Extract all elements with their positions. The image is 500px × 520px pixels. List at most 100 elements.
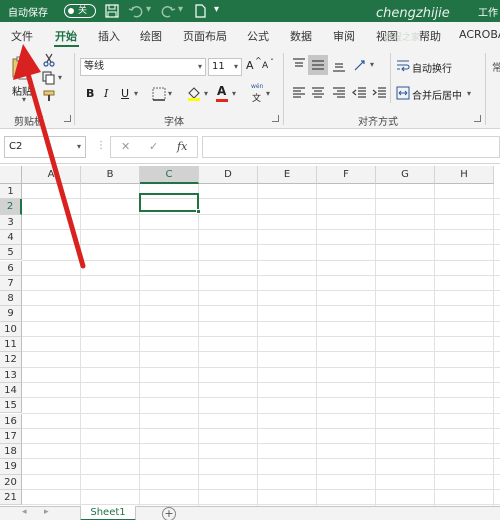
row-header-5[interactable]: 5: [0, 245, 22, 261]
row-header-10[interactable]: 10: [0, 321, 22, 337]
sheet-tab-sheet1[interactable]: Sheet1: [80, 506, 136, 520]
decrease-indent-icon[interactable]: [352, 85, 368, 101]
alignment-launcher-icon[interactable]: [474, 115, 481, 122]
selected-cell[interactable]: [139, 193, 199, 212]
column-header-a[interactable]: A: [22, 166, 81, 184]
fill-color-icon[interactable]: [186, 85, 202, 101]
save-icon[interactable]: [104, 3, 120, 19]
font-color-dropdown-icon[interactable]: ▾: [232, 89, 236, 98]
select-all-button[interactable]: [0, 166, 22, 184]
font-color-icon[interactable]: A: [217, 84, 226, 98]
copy-dropdown-icon[interactable]: ▾: [58, 73, 62, 82]
copy-icon[interactable]: [42, 71, 56, 85]
undo-dropdown-icon[interactable]: ▾: [146, 4, 151, 15]
add-sheet-icon[interactable]: +: [162, 507, 176, 520]
column-header-c[interactable]: C: [140, 166, 199, 184]
row-header-7[interactable]: 7: [0, 275, 22, 292]
formula-input[interactable]: [202, 136, 500, 158]
column-header-h[interactable]: H: [435, 166, 494, 184]
tab-draw[interactable]: 绘图: [140, 28, 162, 44]
tab-file[interactable]: 文件: [11, 28, 33, 44]
row-header-3[interactable]: 3: [0, 214, 22, 230]
align-center-icon[interactable]: [310, 85, 326, 101]
shrink-font-icon[interactable]: A: [262, 61, 268, 71]
next-sheet-icon[interactable]: ▸: [44, 507, 49, 517]
row-header-17[interactable]: 17: [0, 428, 22, 445]
bold-button[interactable]: B: [86, 87, 94, 100]
italic-button[interactable]: I: [104, 87, 108, 100]
grow-font-icon[interactable]: A: [246, 59, 254, 72]
spreadsheet-grid[interactable]: ABCDEFGH 1 2 3 4 5 6 7 8 9 10 11 12 13 14 15 16 17 18 19 20…: [0, 166, 500, 506]
prev-sheet-icon[interactable]: ◂: [22, 507, 27, 517]
wrap-text-button[interactable]: 自动换行: [412, 60, 452, 75]
align-top-icon[interactable]: [291, 57, 307, 73]
font-size-dropdown[interactable]: 11 ▾: [208, 58, 242, 76]
column-header-d[interactable]: D: [199, 166, 258, 184]
orientation-dropdown-icon[interactable]: ▾: [370, 60, 374, 69]
paste-dropdown-icon[interactable]: ▾: [22, 95, 26, 104]
row-header-12[interactable]: 12: [0, 352, 22, 368]
row-header-4[interactable]: 4: [0, 229, 22, 246]
new-file-icon[interactable]: [192, 3, 208, 19]
tab-review[interactable]: 审阅: [333, 28, 355, 44]
orientation-icon[interactable]: [352, 57, 368, 73]
underline-button[interactable]: U: [121, 87, 129, 100]
align-left-icon[interactable]: [291, 85, 307, 101]
phonetic-icon[interactable]: 文: [252, 91, 261, 104]
align-bottom-icon[interactable]: [331, 57, 347, 73]
border-icon[interactable]: [152, 87, 166, 101]
tab-page-layout[interactable]: 页面布局: [183, 28, 227, 44]
cancel-icon[interactable]: ✕: [121, 140, 130, 153]
fill-color-dropdown-icon[interactable]: ▾: [204, 89, 208, 98]
tab-formulas[interactable]: 公式: [247, 28, 269, 44]
column-header-f[interactable]: F: [317, 166, 376, 184]
wrap-text-icon[interactable]: [396, 59, 410, 73]
row-header-14[interactable]: 14: [0, 382, 22, 399]
insert-function-icon[interactable]: fx: [177, 140, 187, 153]
increase-indent-icon[interactable]: [372, 85, 388, 101]
row-header-8[interactable]: 8: [0, 291, 22, 307]
row-header-19[interactable]: 19: [0, 459, 22, 475]
align-right-icon[interactable]: [331, 85, 347, 101]
redo-dropdown-icon[interactable]: ▾: [178, 4, 183, 15]
merge-center-button[interactable]: 合并后居中: [412, 87, 462, 102]
merge-center-icon[interactable]: [396, 86, 410, 100]
cut-icon[interactable]: [42, 53, 56, 67]
column-header-b[interactable]: B: [81, 166, 140, 184]
confirm-icon[interactable]: ✓: [149, 140, 158, 153]
row-header-9[interactable]: 9: [0, 306, 22, 322]
redo-icon[interactable]: [160, 3, 176, 19]
fill-handle[interactable]: [196, 209, 201, 214]
phonetic-dropdown-icon[interactable]: ▾: [266, 89, 270, 98]
border-dropdown-icon[interactable]: ▾: [168, 89, 172, 98]
row-header-6[interactable]: 6: [0, 260, 22, 276]
row-header-15[interactable]: 15: [0, 398, 22, 414]
underline-dropdown-icon[interactable]: ▾: [134, 89, 138, 98]
row-header-13[interactable]: 13: [0, 367, 22, 383]
tab-help[interactable]: 帮助: [419, 28, 441, 44]
row-header-11[interactable]: 11: [0, 337, 22, 353]
row-header-18[interactable]: 18: [0, 444, 22, 460]
customize-toolbar-icon[interactable]: ▾: [214, 4, 219, 15]
tab-data[interactable]: 数据: [290, 28, 312, 44]
tab-insert[interactable]: 插入: [98, 28, 120, 44]
align-middle-icon[interactable]: [310, 57, 326, 73]
row-header-21[interactable]: 21: [0, 490, 22, 506]
row-header-1[interactable]: 1: [0, 184, 22, 200]
row-header-16[interactable]: 16: [0, 413, 22, 429]
font-name-dropdown[interactable]: 等线 ▾: [80, 58, 206, 76]
phonetic-top[interactable]: wén: [251, 83, 263, 90]
merge-dropdown-icon[interactable]: ▾: [467, 89, 471, 98]
clipboard-launcher-icon[interactable]: [64, 115, 71, 122]
font-launcher-icon[interactable]: [272, 115, 279, 122]
name-box[interactable]: C2 ▾: [4, 136, 86, 158]
paste-icon[interactable]: [10, 55, 32, 81]
autosave-toggle[interactable]: 关: [64, 4, 96, 18]
column-header-e[interactable]: E: [258, 166, 317, 184]
row-header-20[interactable]: 20: [0, 474, 22, 490]
column-header-g[interactable]: G: [376, 166, 435, 184]
undo-icon[interactable]: [128, 3, 144, 19]
drag-handle-icon[interactable]: ⋮: [96, 140, 106, 151]
format-painter-icon[interactable]: [42, 89, 56, 103]
tab-acrobat[interactable]: ACROBAT: [459, 28, 500, 41]
